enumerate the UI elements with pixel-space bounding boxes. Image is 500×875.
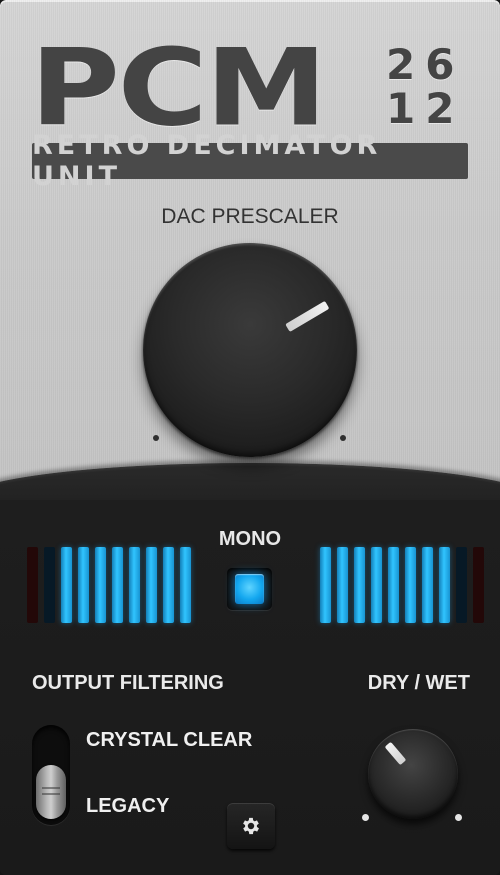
dac-prescaler-knob[interactable] [143,243,357,457]
dac-prescaler-label: DAC PRESCALER [161,205,339,228]
gear-icon [243,817,259,835]
logo-digits-top: 26 [386,40,465,89]
product-subtitle: RETRO DECIMATOR UNIT [32,130,382,192]
right-meter-segment [371,547,382,623]
output-filtering-label: OUTPUT FILTERING [32,672,224,694]
dac-min-marker [153,435,159,441]
dac-prescaler-knob-wrap [143,243,357,457]
left-meter-segment [44,547,55,623]
left-meter-segment [95,547,106,623]
product-subtitle-band: RETRO DECIMATOR UNIT [32,130,468,192]
right-meter-segment [388,547,399,623]
option-crystal-clear[interactable]: CRYSTAL CLEAR [86,729,252,752]
left-level-meter [27,547,191,623]
dry-wet-knob-pointer [384,741,407,766]
right-meter-segment [354,547,365,623]
left-meter-segment [27,547,38,623]
left-meter-segment [129,547,140,623]
left-meter-segment [163,547,174,623]
mono-toggle-button[interactable] [227,568,272,610]
mono-led-indicator [235,574,264,604]
right-meter-segment [337,547,348,623]
right-meter-segment [456,547,467,623]
right-meter-segment [405,547,416,623]
dac-knob-pointer [285,300,330,332]
dry-wet-knob[interactable] [368,729,458,819]
left-meter-segment [78,547,89,623]
dac-max-marker [340,435,346,441]
right-meter-segment [422,547,433,623]
right-meter-segment [473,547,484,623]
switch-thumb[interactable] [36,765,66,819]
dry-wet-min-marker [362,814,369,821]
dry-wet-max-marker [455,814,462,821]
left-meter-segment [61,547,72,623]
logo-model-number: 26 12 [386,44,468,132]
right-meter-segment [439,547,450,623]
left-meter-segment [146,547,157,623]
option-legacy[interactable]: LEGACY [86,795,169,818]
plugin-window: PCM 26 12 RETRO DECIMATOR UNIT DAC PRESC… [0,0,500,875]
settings-button[interactable] [227,803,275,849]
dry-wet-label: DRY / WET [367,672,470,694]
output-filtering-switch[interactable] [32,725,70,825]
left-meter-segment [180,547,191,623]
logo-digits-bottom: 12 [386,84,465,133]
left-meter-segment [112,547,123,623]
right-meter-segment [320,547,331,623]
right-level-meter [320,547,484,623]
